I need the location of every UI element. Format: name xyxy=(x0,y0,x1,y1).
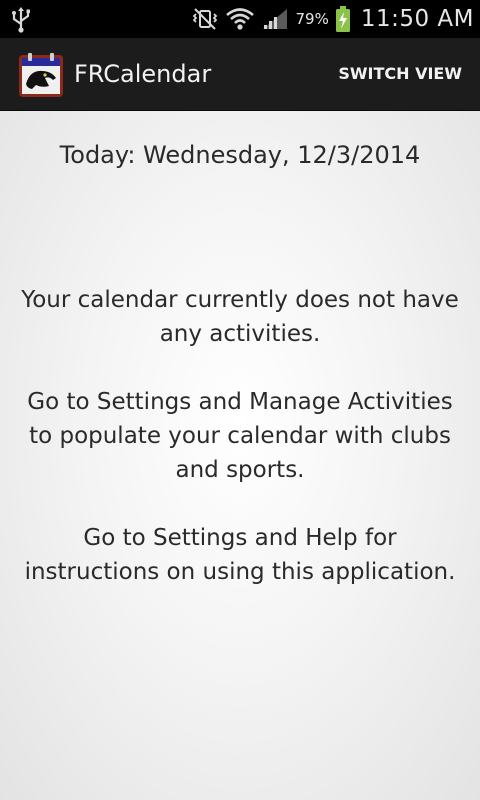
panther-calendar-icon[interactable] xyxy=(18,52,64,98)
signal-icon xyxy=(261,7,289,31)
no-activities-text: Your calendar currently does not have an… xyxy=(21,287,459,347)
battery-percent: 79% xyxy=(295,10,329,28)
manage-activities-hint: Go to Settings and Manage Activities to … xyxy=(27,389,453,483)
usb-icon xyxy=(8,6,34,34)
help-hint: Go to Settings and Help for instructions… xyxy=(24,525,456,585)
main-content: Today: Wednesday, 12/3/2014 Your calenda… xyxy=(0,111,480,800)
app-title: FRCalendar xyxy=(74,60,212,88)
switch-view-button[interactable]: SWITCH VIEW xyxy=(338,62,462,86)
battery-charging-icon xyxy=(335,5,351,33)
clock: 11:50 AM xyxy=(360,6,474,32)
today-date: Today: Wednesday, 12/3/2014 xyxy=(59,141,421,169)
wifi-icon xyxy=(225,7,255,31)
action-bar: FRCalendar SWITCH VIEW xyxy=(0,38,480,111)
empty-calendar-message: Your calendar currently does not have an… xyxy=(14,283,466,623)
mute-vibrate-icon xyxy=(191,7,219,31)
status-bar: 79% 11:50 AM xyxy=(0,0,480,38)
